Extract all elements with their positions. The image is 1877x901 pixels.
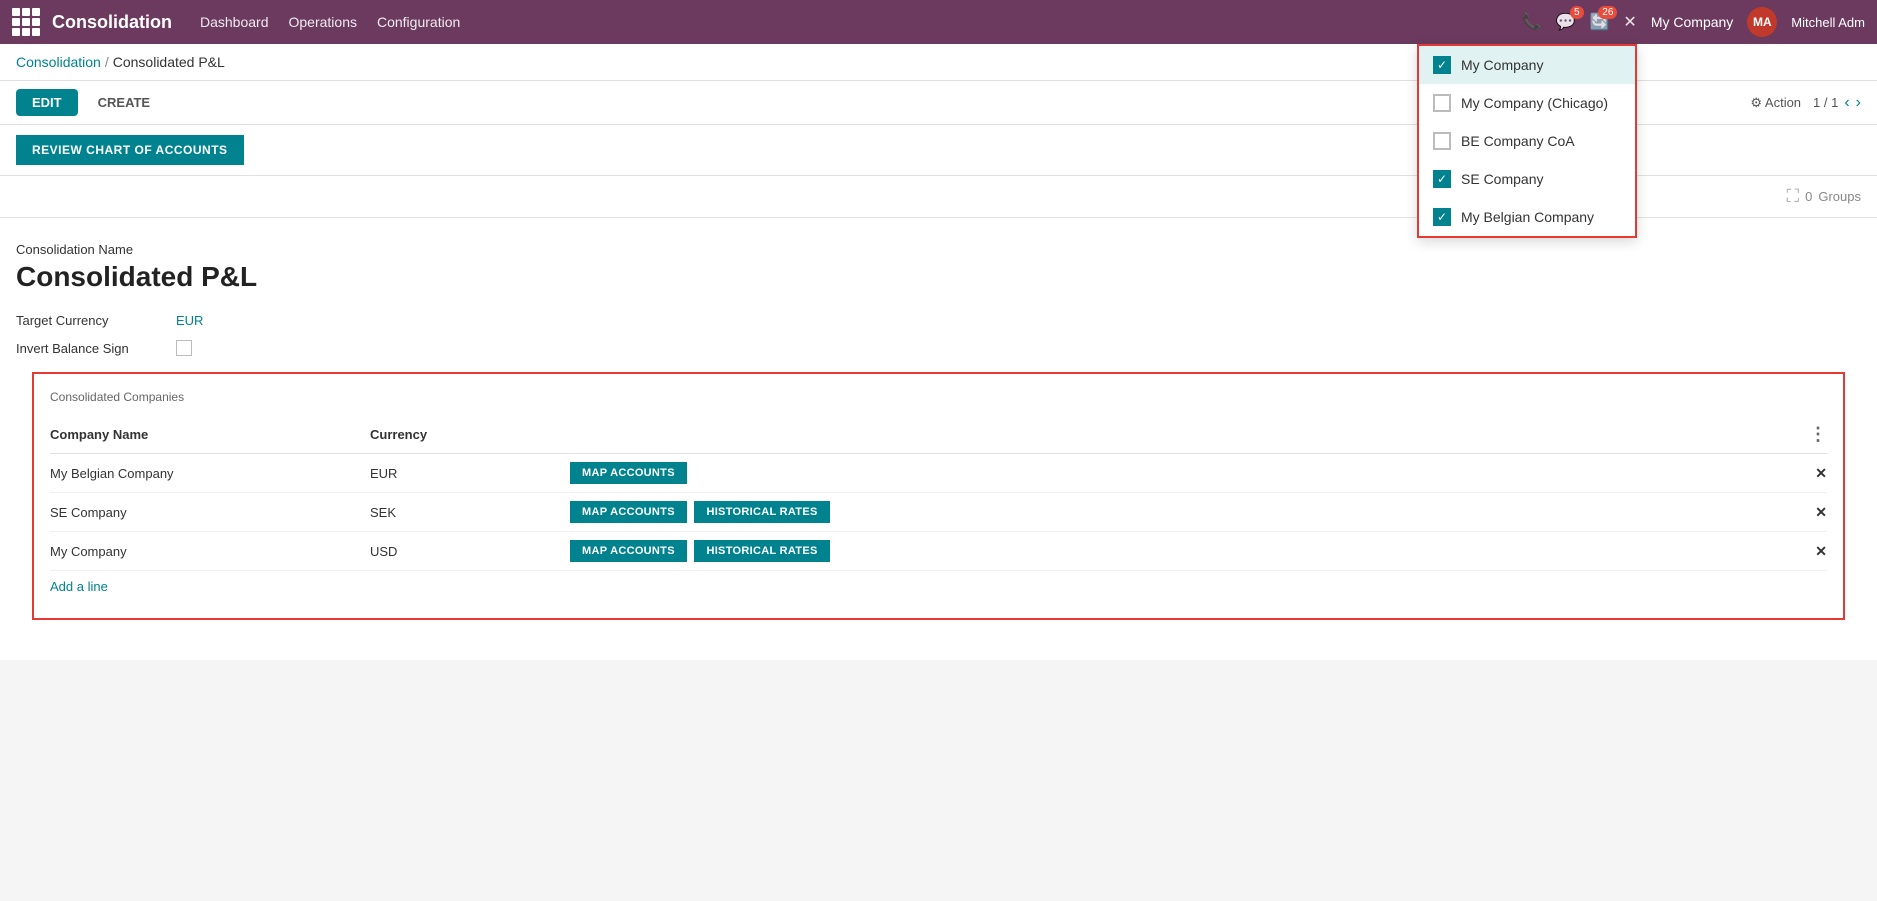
nav-operations[interactable]: Operations [289,14,357,30]
nav-configuration[interactable]: Configuration [377,14,460,30]
delete-row-1[interactable]: ✕ [1815,465,1827,481]
table-row: My Belgian Company EUR MAP ACCOUNTS ✕ [50,454,1827,493]
consolidation-name-value: Consolidated P&L [16,261,1861,293]
create-button[interactable]: CREATE [90,89,158,116]
companies-section: Consolidated Companies Company Name Curr… [32,372,1845,620]
invert-balance-label: Invert Balance Sign [16,341,176,356]
target-currency-row: Target Currency EUR [16,313,1861,328]
consolidation-name-label: Consolidation Name [16,242,1861,257]
section-title: Consolidated Companies [50,390,1827,404]
dropdown-checkbox-3[interactable] [1433,132,1451,150]
row-actions-2: MAP ACCOUNTS HISTORICAL RATES [570,501,1797,523]
dropdown-item-4[interactable]: SE Company [1419,160,1635,198]
delete-row-3[interactable]: ✕ [1815,543,1827,559]
invert-balance-checkbox[interactable] [176,340,192,356]
pagination-next[interactable]: › [1856,94,1861,112]
updates-icon[interactable]: 🔄 26 [1590,12,1610,32]
nav-dashboard[interactable]: Dashboard [200,14,269,30]
row-actions-3: MAP ACCOUNTS HISTORICAL RATES [570,540,1797,562]
row-currency-2: SEK [370,505,570,520]
breadcrumb-separator: / [105,54,109,70]
messages-icon[interactable]: 💬 5 [1556,12,1576,32]
dropdown-item-5[interactable]: My Belgian Company [1419,198,1635,236]
groups-label: Groups [1818,189,1861,204]
main-content: Consolidation Name Consolidated P&L Targ… [0,218,1877,660]
target-currency-label: Target Currency [16,313,176,328]
app-grid-icon[interactable] [12,8,40,36]
avatar-initials: MA [1753,15,1772,29]
map-accounts-button-1[interactable]: MAP ACCOUNTS [570,462,687,484]
review-chart-button[interactable]: REVIEW CHART OF ACCOUNTS [16,135,244,165]
company-dropdown-panel: My Company My Company (Chicago) BE Compa… [1417,44,1637,238]
nav-company-label[interactable]: My Company [1651,14,1733,30]
groups-icon: ⛶ [1787,186,1800,207]
add-line[interactable]: Add a line [50,571,108,602]
dropdown-item-3[interactable]: BE Company CoA [1419,122,1635,160]
edit-button[interactable]: EDIT [16,89,78,116]
col-header-currency: Currency [370,427,570,442]
dropdown-item-2[interactable]: My Company (Chicago) [1419,84,1635,122]
dropdown-label-4: SE Company [1461,171,1543,187]
row-actions-1: MAP ACCOUNTS [570,462,1797,484]
target-currency-value: EUR [176,313,203,328]
invert-balance-row: Invert Balance Sign [16,340,1861,356]
row-company-3: My Company [50,544,370,559]
pagination: 1 / 1 ‹ › [1813,94,1861,112]
brand-name: Consolidation [52,12,172,33]
groups-count: 0 [1805,189,1812,204]
nav-username: Mitchell Adm [1791,15,1865,30]
map-accounts-button-2[interactable]: MAP ACCOUNTS [570,501,687,523]
phone-icon[interactable]: 📞 [1522,12,1542,32]
action-button[interactable]: ⚙ Action [1750,95,1801,111]
messages-badge: 5 [1570,6,1584,19]
dropdown-checkbox-4[interactable] [1433,170,1451,188]
avatar[interactable]: MA [1747,7,1777,37]
map-accounts-button-3[interactable]: MAP ACCOUNTS [570,540,687,562]
dropdown-label-1: My Company [1461,57,1543,73]
action-button-label: ⚙ Action [1750,95,1801,111]
dropdown-label-2: My Company (Chicago) [1461,95,1608,111]
dropdown-checkbox-5[interactable] [1433,208,1451,226]
dropdown-checkbox-2[interactable] [1433,94,1451,112]
page-wrapper: Consolidation Dashboard Operations Confi… [0,0,1877,660]
dropdown-checkbox-1[interactable] [1433,56,1451,74]
top-nav: Consolidation Dashboard Operations Confi… [0,0,1877,44]
top-nav-right: 📞 💬 5 🔄 26 ✕ My Company MA Mitchell Adm [1522,7,1865,37]
breadcrumb-current: Consolidated P&L [113,54,225,70]
top-nav-menu: Dashboard Operations Configuration [200,14,460,30]
column-options-icon[interactable]: ⋮ [1809,424,1827,445]
breadcrumb-parent[interactable]: Consolidation [16,54,101,70]
groups-indicator: ⛶ 0 Groups [1787,186,1861,207]
col-header-company: Company Name [50,427,370,442]
updates-badge: 26 [1598,6,1617,19]
row-currency-3: USD [370,544,570,559]
table-row: SE Company SEK MAP ACCOUNTS HISTORICAL R… [50,493,1827,532]
historical-rates-button-3[interactable]: HISTORICAL RATES [694,540,829,562]
dropdown-item-1[interactable]: My Company [1419,46,1635,84]
row-currency-1: EUR [370,466,570,481]
table-row: My Company USD MAP ACCOUNTS HISTORICAL R… [50,532,1827,571]
table-header: Company Name Currency ⋮ [50,416,1827,454]
close-icon[interactable]: ✕ [1623,12,1636,32]
historical-rates-button-2[interactable]: HISTORICAL RATES [694,501,829,523]
dropdown-label-3: BE Company CoA [1461,133,1575,149]
dropdown-label-5: My Belgian Company [1461,209,1594,225]
row-company-1: My Belgian Company [50,466,370,481]
row-company-2: SE Company [50,505,370,520]
pagination-prev[interactable]: ‹ [1844,94,1849,112]
pagination-text: 1 / 1 [1813,95,1838,110]
delete-row-2[interactable]: ✕ [1815,504,1827,520]
